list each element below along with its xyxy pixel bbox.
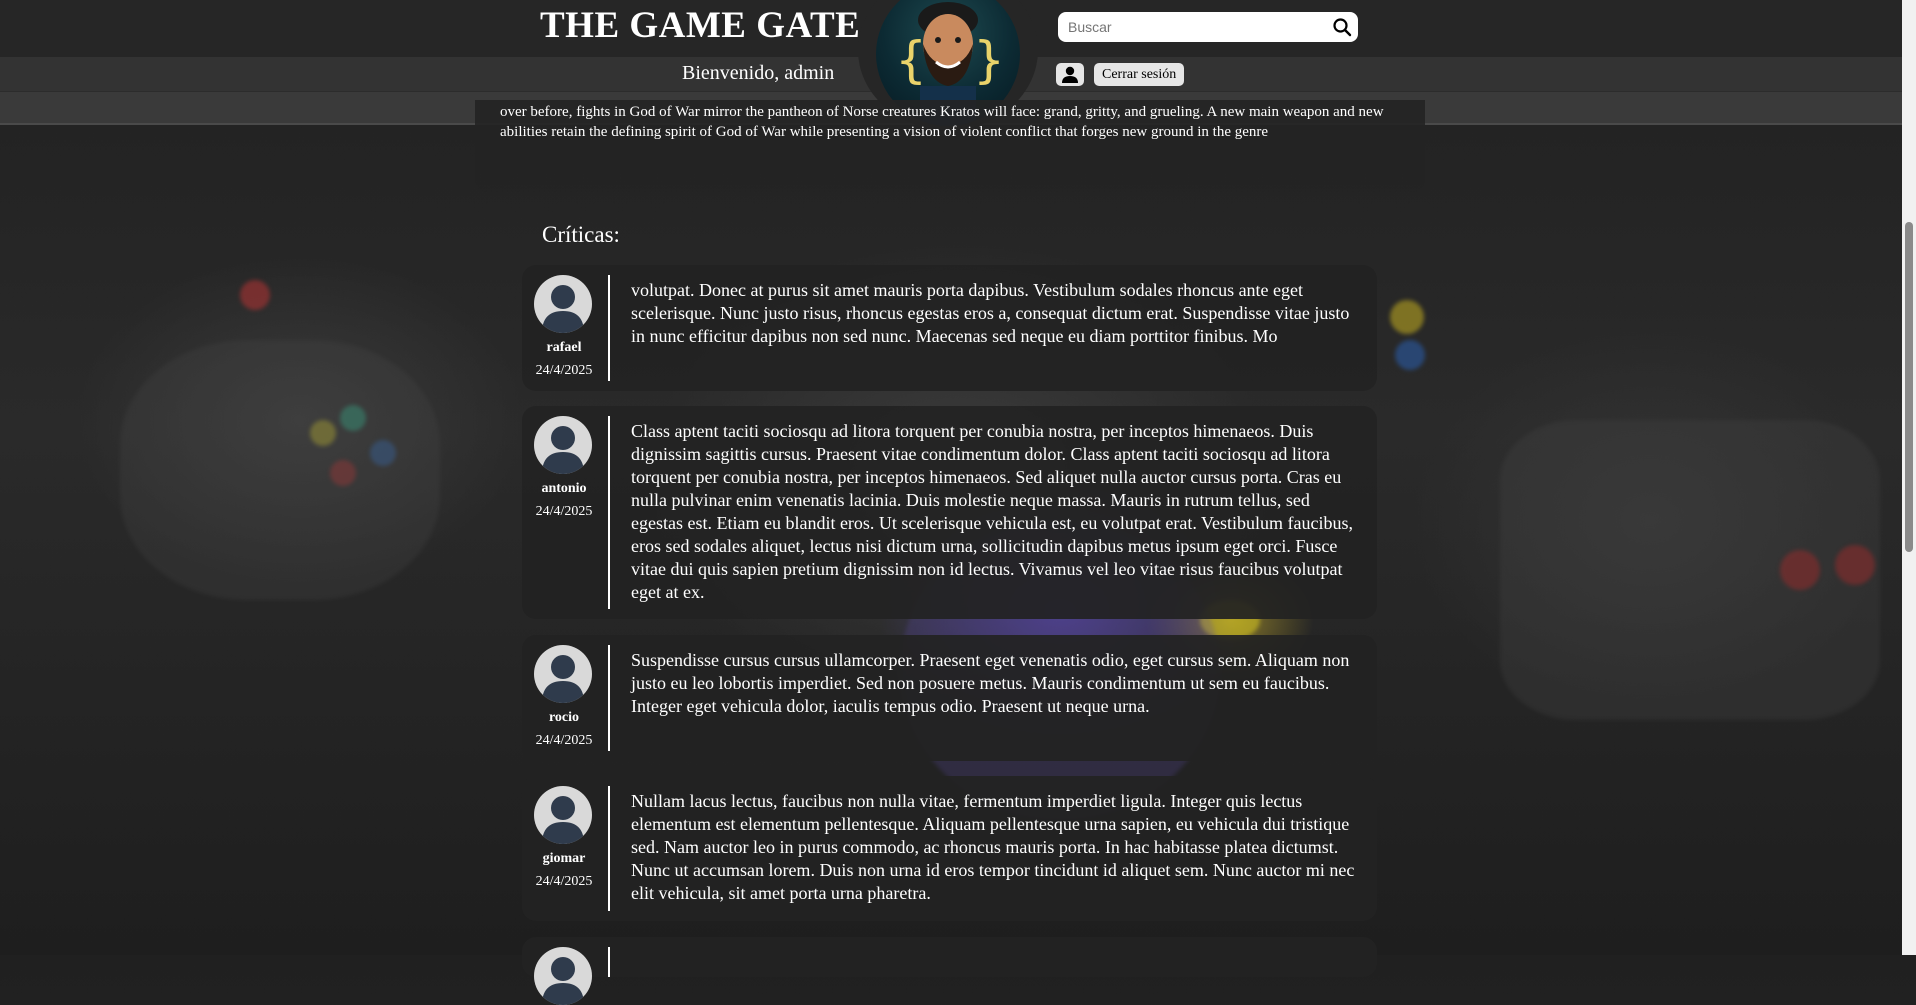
profile-button[interactable] — [1056, 63, 1084, 86]
welcome-message: Bienvenido, admin — [682, 62, 835, 84]
review-username: rafael — [546, 340, 582, 355]
review-text: volutpat. Donec at purus sit amet mauris… — [631, 280, 1350, 346]
game-description: over before, fights in God of War mirror… — [500, 104, 1384, 140]
default-avatar-icon — [534, 416, 592, 474]
default-avatar-icon — [534, 786, 592, 844]
svg-text:}: } — [974, 31, 1004, 89]
review-text: Class aptent taciti sociosqu ad litora t… — [631, 421, 1353, 602]
review-username: rocio — [548, 710, 580, 725]
review-date: 24/4/2025 — [535, 733, 593, 748]
reviews-title: Críticas: — [542, 222, 620, 247]
search-input[interactable] — [1068, 12, 1318, 42]
svg-text:{: { — [896, 31, 926, 89]
review-date: 24/4/2025 — [535, 504, 593, 519]
review-date: 24/4/2025 — [535, 363, 593, 378]
game-info-panel: over before, fights in God of War mirror… — [475, 100, 1425, 192]
review-card: giomar 24/4/2025 Nullam lacus lectus, fa… — [522, 776, 1377, 921]
review-username: antonio — [541, 481, 587, 496]
search-icon[interactable] — [1332, 17, 1352, 37]
default-avatar-icon — [534, 275, 592, 333]
logout-button[interactable]: Cerrar sesión — [1094, 63, 1185, 86]
review-text: Nullam lacus lectus, faucibus non nulla … — [631, 791, 1355, 903]
review-card: rafael 24/4/2025 volutpat. Donec at puru… — [522, 265, 1377, 391]
review-card: antonio 24/4/2025 Class aptent taciti so… — [522, 406, 1377, 619]
scrollbar-thumb[interactable] — [1905, 222, 1913, 552]
default-avatar-icon — [534, 947, 592, 1005]
review-text: Suspendisse cursus cursus ullamcorper. P… — [631, 650, 1350, 716]
review-card: rocio 24/4/2025 Suspendisse cursus cursu… — [522, 635, 1377, 761]
review-card — [522, 937, 1377, 1005]
review-username: giomar — [542, 851, 586, 866]
user-icon — [1062, 66, 1078, 83]
review-divider — [608, 275, 610, 381]
review-divider — [608, 786, 610, 911]
default-avatar-icon — [534, 645, 592, 703]
review-divider — [608, 645, 610, 751]
review-date: 24/4/2025 — [535, 874, 593, 889]
site-title[interactable]: THE GAME GATE — [540, 4, 860, 47]
review-divider — [608, 947, 610, 977]
review-divider — [608, 416, 610, 609]
search-bar — [1058, 12, 1358, 42]
